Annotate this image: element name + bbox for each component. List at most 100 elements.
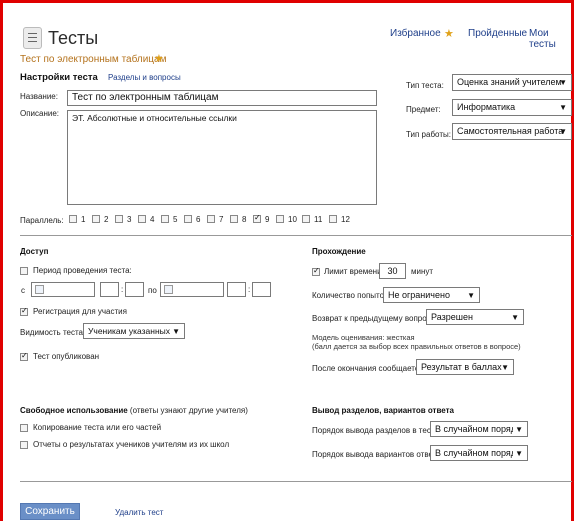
variants-order-value: В случайном порядк [435, 448, 520, 458]
tab-sections[interactable]: Разделы и вопросы [108, 73, 181, 82]
test-type-select[interactable]: Оценка знаний учителем ▼ [452, 74, 572, 91]
return-value: Разрешен [431, 312, 473, 322]
sections-order-select[interactable]: В случайном порядк ▼ [430, 421, 528, 437]
chevron-down-icon: ▼ [170, 327, 180, 336]
grade-checkbox-4[interactable] [138, 215, 146, 223]
app-logo-icon [23, 27, 42, 49]
chevron-down-icon: ▼ [559, 78, 567, 87]
grade-checkbox-8[interactable] [230, 215, 238, 223]
attempts-select[interactable]: Не ограничено ▼ [383, 287, 480, 303]
chevron-down-icon: ▼ [511, 313, 519, 322]
from-hour-input[interactable] [100, 282, 119, 297]
nav-my-tests-link[interactable]: Мои тесты [529, 28, 571, 50]
published-label: Тест опубликован [33, 352, 100, 361]
page-frame: Тесты Тест по электронным таблицам ★ Изб… [0, 0, 574, 521]
to-date-input[interactable] [160, 282, 224, 297]
from-date-input[interactable] [31, 282, 95, 297]
test-type-value: Оценка знаний учителем [457, 77, 562, 87]
period-label: Период проведения теста: [33, 266, 132, 275]
order-heading: Вывод разделов, вариантов ответа [312, 406, 454, 415]
page-title: Тесты [48, 28, 99, 48]
grade-label-10: 10 [288, 215, 297, 224]
attempts-value: Не ограничено [388, 290, 450, 300]
name-label: Название: [20, 92, 58, 101]
chevron-down-icon: ▼ [467, 291, 475, 300]
grade-label-8: 8 [242, 215, 247, 224]
test-subtitle: Тест по электронным таблицам [20, 54, 167, 65]
work-type-select[interactable]: Самостоятельная работа ▼ [452, 123, 572, 140]
registration-checkbox[interactable] [20, 306, 28, 316]
to-hour-input[interactable] [227, 282, 246, 297]
model-note: (балл дается за выбор всех правильных от… [312, 342, 521, 351]
grade-checkbox-3[interactable] [115, 215, 123, 223]
grade-label-4: 4 [150, 215, 155, 224]
time-limit-label: Лимит времени: [324, 267, 384, 276]
grade-label-7: 7 [219, 215, 224, 224]
variants-order-label: Порядок вывода вариантов ответа: [312, 450, 443, 459]
chevron-down-icon: ▼ [559, 103, 567, 112]
grade-checkbox-2[interactable] [92, 215, 100, 223]
after-label: После окончания сообщается: [312, 364, 426, 373]
visibility-select[interactable]: Ученикам указанных п ▼ [83, 323, 185, 339]
test-type-label: Тип теста: [406, 81, 444, 90]
calendar-icon[interactable] [164, 285, 173, 294]
name-input[interactable]: Тест по электронным таблицам [67, 90, 377, 106]
grade-checkbox-7[interactable] [207, 215, 215, 223]
free-use-note: (ответы узнают другие учителя) [129, 406, 248, 415]
attempts-label: Количество попыток: [312, 291, 390, 300]
chevron-down-icon: ▼ [513, 425, 523, 434]
time-limit-input[interactable]: 30 [379, 263, 406, 279]
sections-order-value: В случайном порядк [435, 424, 520, 434]
period-checkbox[interactable] [20, 267, 28, 275]
grade-label-6: 6 [196, 215, 201, 224]
subject-value: Информатика [457, 102, 516, 112]
grade-checkbox-10[interactable] [276, 215, 284, 223]
to-minute-input[interactable] [252, 282, 271, 297]
delete-test-link[interactable]: Удалить тест [115, 508, 163, 517]
grade-label-1: 1 [81, 215, 86, 224]
grade-checkbox-12[interactable] [329, 215, 337, 223]
grade-checkbox-1[interactable] [69, 215, 77, 223]
description-textarea[interactable]: ЭТ. Абсолютные и относительные ссылки [67, 110, 377, 205]
grade-checkbox-6[interactable] [184, 215, 192, 223]
after-value: Результат в баллах [421, 362, 502, 372]
nav-favorites-link[interactable]: Избранное [390, 28, 441, 39]
return-label: Возврат к предыдущему вопросу: [312, 314, 437, 323]
return-select[interactable]: Разрешен ▼ [426, 309, 524, 325]
tab-settings[interactable]: Настройки теста [20, 72, 98, 83]
save-button[interactable]: Сохранить [20, 503, 80, 520]
chevron-down-icon: ▼ [501, 363, 509, 372]
access-heading: Доступ [20, 247, 49, 256]
subject-label: Предмет: [406, 105, 441, 114]
work-type-label: Тип работы: [406, 130, 451, 139]
grade-checkbox-5[interactable] [161, 215, 169, 223]
parallel-label: Параллель: [20, 216, 64, 225]
published-checkbox[interactable] [20, 351, 28, 361]
to-label: по [148, 286, 157, 295]
chevron-down-icon: ▼ [559, 127, 567, 136]
time-limit-checkbox[interactable] [312, 266, 320, 276]
nav-passed-link[interactable]: Пройденные [468, 28, 527, 39]
description-label: Описание: [20, 109, 60, 118]
visibility-value: Ученикам указанных п [88, 326, 177, 336]
subject-select[interactable]: Информатика ▼ [452, 99, 572, 116]
grade-label-5: 5 [173, 215, 178, 224]
divider [20, 481, 572, 482]
copy-checkbox[interactable] [20, 424, 28, 432]
calendar-icon[interactable] [35, 285, 44, 294]
from-label: с [21, 286, 25, 295]
reports-label: Отчеты о результатах учеников учителям и… [33, 440, 230, 449]
work-type-value: Самостоятельная работа [457, 126, 564, 136]
copy-label: Копирование теста или его частей [33, 423, 162, 432]
nav-star-icon: ★ [444, 28, 454, 40]
grade-label-2: 2 [104, 215, 109, 224]
after-select[interactable]: Результат в баллах ▼ [416, 359, 514, 375]
favorite-star-icon[interactable]: ★ [154, 52, 164, 65]
reports-checkbox[interactable] [20, 441, 28, 449]
from-minute-input[interactable] [125, 282, 144, 297]
variants-order-select[interactable]: В случайном порядк ▼ [430, 445, 528, 461]
grade-checkbox-11[interactable] [302, 215, 310, 223]
grade-label-9: 9 [265, 215, 270, 224]
grade-checkbox-9[interactable] [253, 213, 261, 223]
model-text: Модель оценивания: жесткая [312, 333, 415, 342]
